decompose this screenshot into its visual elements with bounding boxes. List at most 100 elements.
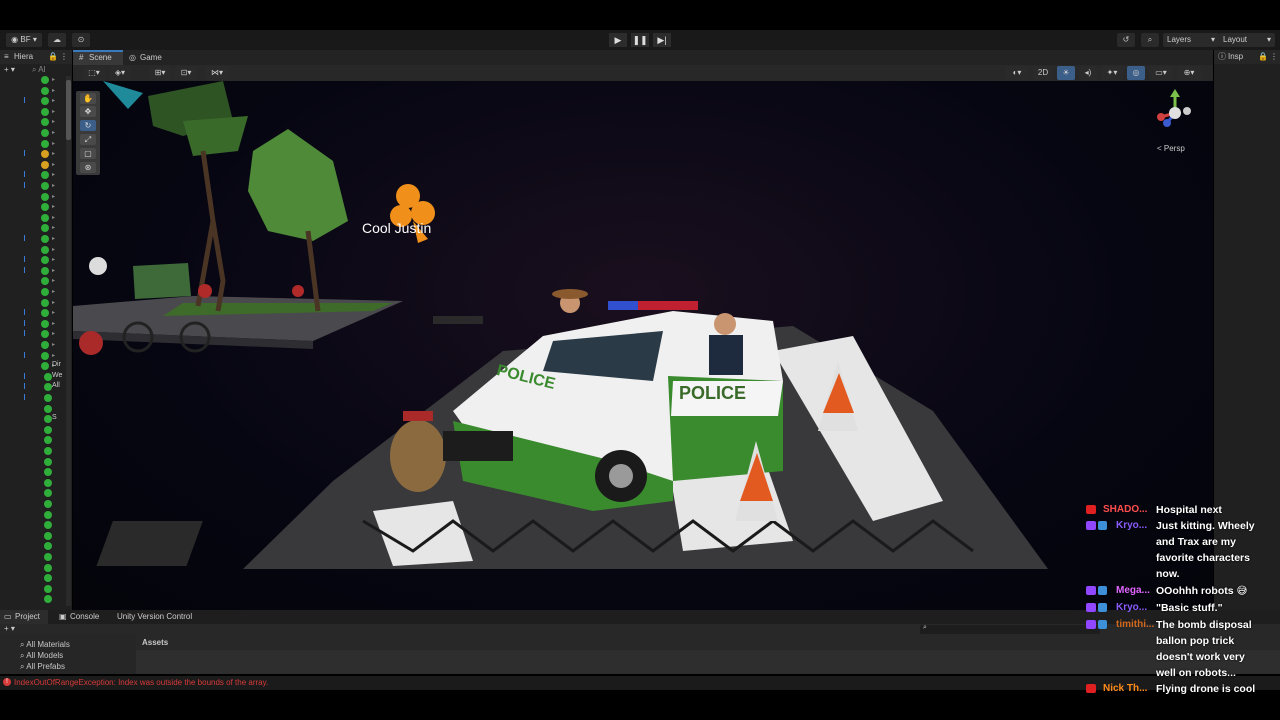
project-item-materials[interactable]: ⌕ All Materials — [20, 640, 70, 650]
expand-arrow-icon[interactable]: ▸ — [52, 97, 55, 104]
visibility-check-icon[interactable] — [44, 553, 52, 561]
visibility-check-icon[interactable] — [41, 76, 49, 84]
search-icon[interactable]: ⌕ — [1141, 33, 1159, 47]
orientation-gizmo[interactable] — [1147, 87, 1203, 139]
tab-scene[interactable]: # Scene — [73, 50, 123, 65]
expand-arrow-icon[interactable]: ▸ — [52, 76, 55, 83]
visibility-check-icon[interactable] — [41, 107, 49, 116]
step-button[interactable]: ▶| — [653, 33, 671, 47]
more-icon[interactable]: ⋮ — [1270, 50, 1278, 64]
grid-snap-icon[interactable]: ⊞▾ — [149, 66, 171, 80]
visibility-check-icon[interactable] — [41, 97, 49, 106]
lock-icon[interactable]: 🔒 — [1258, 50, 1268, 64]
camera-icon[interactable]: ▭▾ — [1149, 66, 1173, 80]
collab-icon[interactable]: ⊙ — [72, 33, 90, 47]
visibility-check-icon[interactable] — [41, 351, 49, 360]
expand-arrow-icon[interactable]: ▸ — [52, 129, 55, 136]
hierarchy-scrollbar[interactable] — [66, 76, 71, 606]
transform-tool-icon[interactable]: ⊛ — [80, 162, 96, 173]
layers-dropdown[interactable]: Layers ▾ — [1163, 33, 1219, 47]
visibility-check-icon[interactable] — [41, 362, 49, 371]
visibility-check-icon[interactable] — [44, 383, 52, 392]
expand-arrow-icon[interactable]: ▸ — [52, 214, 55, 221]
tab-project[interactable]: ▭ Project — [0, 610, 48, 624]
expand-arrow-icon[interactable]: ▸ — [52, 224, 55, 231]
expand-arrow-icon[interactable]: ▸ — [52, 87, 55, 94]
scene-viewport[interactable]: Cool Justin POLICE POLICE ✋ ✥ ↻ ⤢ ▢ ⊛ < … — [73, 81, 1213, 610]
visibility-check-icon[interactable] — [44, 425, 52, 434]
visibility-check-icon[interactable] — [41, 235, 49, 243]
expand-arrow-icon[interactable]: ▸ — [52, 288, 55, 295]
visibility-check-icon[interactable] — [44, 457, 52, 466]
lighting-icon[interactable]: ☀ — [1057, 66, 1075, 80]
move-tool-icon[interactable]: ✥ — [80, 106, 96, 117]
assets-breadcrumb[interactable]: Assets — [142, 638, 168, 647]
expand-arrow-icon[interactable]: ▸ — [52, 341, 55, 348]
2d-toggle[interactable]: 2D — [1033, 66, 1053, 80]
visibility-check-icon[interactable] — [41, 298, 49, 307]
hidden-objects-icon[interactable]: ◎ — [1127, 66, 1145, 80]
visibility-check-icon[interactable] — [41, 330, 49, 339]
expand-arrow-icon[interactable]: ▸ — [52, 352, 55, 359]
inspector-tab[interactable]: ⓘ Insp 🔒 ⋮ — [1214, 50, 1280, 64]
visibility-check-icon[interactable] — [44, 447, 52, 455]
expand-arrow-icon[interactable]: ▸ — [52, 150, 55, 157]
project-search-input[interactable]: ⌕ — [920, 624, 1100, 634]
expand-arrow-icon[interactable]: ▸ — [52, 118, 55, 125]
visibility-check-icon[interactable] — [44, 595, 52, 604]
gizmo-toggle-icon[interactable]: ⬚▾ — [83, 66, 105, 80]
expand-arrow-icon[interactable]: ▸ — [52, 193, 55, 200]
scale-tool-icon[interactable]: ⤢ — [80, 134, 96, 145]
expand-arrow-icon[interactable]: ▸ — [52, 277, 55, 284]
visibility-check-icon[interactable] — [41, 309, 49, 318]
rect-tool-icon[interactable]: ▢ — [80, 148, 96, 159]
hierarchy-item-label[interactable]: We — [52, 372, 62, 379]
visibility-check-icon[interactable] — [41, 118, 49, 127]
expand-arrow-icon[interactable]: ▸ — [52, 161, 55, 168]
grid-icon[interactable]: ⊡▾ — [175, 66, 197, 80]
pivot-icon[interactable]: ◈▾ — [109, 66, 131, 80]
visibility-check-icon[interactable] — [41, 256, 49, 265]
error-message[interactable]: IndexOutOfRangeException: Index was outs… — [14, 678, 268, 687]
visibility-check-icon[interactable] — [41, 319, 49, 328]
visibility-check-icon[interactable] — [44, 489, 52, 498]
add-icon[interactable]: + ▾ — [4, 64, 15, 76]
visibility-check-icon[interactable] — [44, 468, 52, 477]
visibility-check-icon[interactable] — [44, 478, 52, 487]
visibility-check-icon[interactable] — [44, 574, 52, 583]
expand-arrow-icon[interactable]: ▸ — [52, 182, 55, 189]
visibility-check-icon[interactable] — [41, 160, 49, 169]
expand-arrow-icon[interactable]: ▸ — [52, 309, 55, 316]
play-button[interactable]: ▶ — [609, 33, 627, 47]
expand-arrow-icon[interactable]: ▸ — [52, 256, 55, 263]
visibility-check-icon[interactable] — [41, 277, 49, 286]
visibility-check-icon[interactable] — [44, 394, 52, 402]
expand-arrow-icon[interactable]: ▸ — [52, 235, 55, 242]
draw-mode-icon[interactable]: ◐▾ — [1005, 66, 1029, 80]
visibility-check-icon[interactable] — [41, 192, 49, 201]
visibility-check-icon[interactable] — [41, 86, 49, 95]
expand-arrow-icon[interactable]: ▸ — [52, 299, 55, 306]
visibility-check-icon[interactable] — [44, 510, 52, 519]
hierarchy-tab[interactable]: ≡ Hiera 🔒 ⋮ — [0, 50, 72, 64]
visibility-check-icon[interactable] — [44, 415, 52, 424]
visibility-check-icon[interactable] — [41, 245, 49, 254]
increment-snap-icon[interactable]: ⋈▾ — [205, 66, 229, 80]
visibility-check-icon[interactable] — [44, 563, 52, 572]
audio-icon[interactable]: ◂) — [1079, 66, 1097, 80]
rotate-tool-icon[interactable]: ↻ — [80, 120, 96, 131]
visibility-check-icon[interactable] — [44, 542, 52, 551]
visibility-check-icon[interactable] — [44, 521, 52, 530]
tab-version-control[interactable]: Unity Version Control — [114, 610, 214, 624]
history-icon[interactable]: ↺ — [1117, 33, 1135, 47]
expand-arrow-icon[interactable]: ▸ — [52, 246, 55, 253]
visibility-check-icon[interactable] — [41, 171, 49, 180]
hierarchy-item-label[interactable]: S — [52, 414, 57, 421]
hierarchy-search-input[interactable]: ⌕ Al — [32, 64, 45, 76]
layout-dropdown[interactable]: Layout ▾ — [1219, 33, 1275, 47]
tab-game[interactable]: ◎ Game — [125, 50, 169, 65]
cloud-icon[interactable]: ☁ — [48, 33, 66, 47]
expand-arrow-icon[interactable]: ▸ — [52, 203, 55, 210]
hierarchy-scroll-thumb[interactable] — [66, 80, 71, 140]
visibility-check-icon[interactable] — [41, 224, 49, 233]
